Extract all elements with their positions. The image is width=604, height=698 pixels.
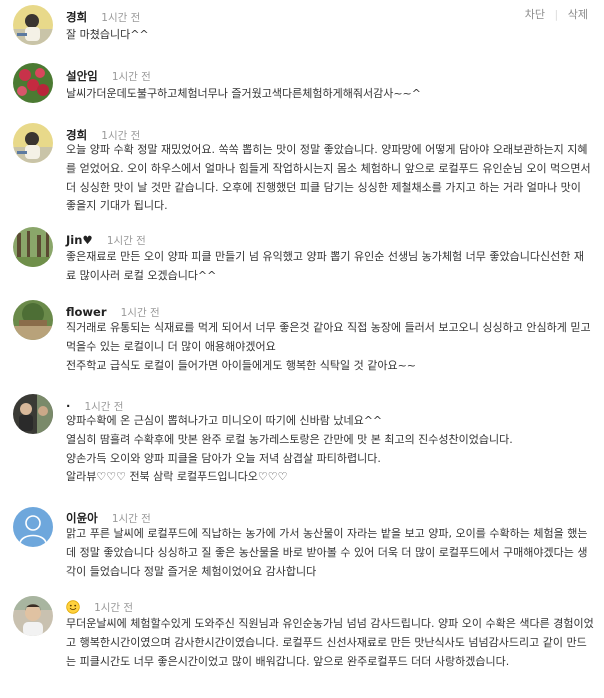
- comment-item: · 1시간 전 양파수확에 온 근심이 뽑혀나가고 미니오이 따기에 신바람 났…: [0, 392, 604, 492]
- avatar[interactable]: [13, 123, 53, 163]
- comment-text: 양파수확에 온 근심이 뽑혀나가고 미니오이 따기에 신바람 났네요^^: [66, 414, 383, 427]
- comment-text: 맑고 푸른 날씨에 로컬푸드에 직납하는 농가에 가서 농산물이 자라는 밭을 …: [66, 527, 588, 578]
- comment-item: flower 1시간 전 직거래로 유통되는 식재료를 먹게 되어서 너무 좋은…: [0, 298, 604, 386]
- comment-text: 무더운날씨에 체험할수있게 도와주신 직원님과 유인순농가님 넘넘 감사드립니다…: [66, 617, 594, 668]
- avatar[interactable]: [13, 300, 53, 340]
- block-button[interactable]: 차단: [525, 8, 545, 21]
- author-name[interactable]: ·: [66, 399, 70, 413]
- avatar[interactable]: [13, 596, 53, 636]
- comment-body: 잘 마쳤습니다^^: [66, 26, 594, 45]
- avatar[interactable]: [13, 5, 53, 45]
- comment-time: 1시간 전: [111, 513, 151, 525]
- comment-text: 전주학교 급식도 로컬이 들어가면 아이들에게도 행복한 식탁일 것 같아요~~: [66, 358, 417, 372]
- avatar[interactable]: [13, 63, 53, 103]
- comment-body: 좋은재료로 만든 오이 양파 피클 만들기 넘 유익했고 양파 뽑기 유인순 선…: [66, 248, 594, 286]
- comment-body: 오늘 양파 수확 정말 재밌었어요. 쏙쏙 뽑히는 맛이 정말 좋았습니다. 양…: [66, 141, 594, 216]
- author-name[interactable]: 경희: [66, 10, 87, 24]
- comment-time: 1시간 전: [106, 235, 146, 247]
- comment-time: 1시간 전: [111, 71, 151, 83]
- comment-actions: 차단 | 삭제: [525, 6, 588, 22]
- comment-item: Jin♥ 1시간 전 좋은재료로 만든 오이 양파 피클 만들기 넘 유익했고 …: [0, 224, 604, 292]
- comment-text: 알라뷰♡♡♡ 전북 삼락 로컬푸드입니다오♡♡♡: [66, 470, 288, 484]
- comment-item: 경희 1시간 전 차단 | 삭제 잘 마쳤습니다^^: [0, 0, 604, 56]
- comment-text: 날씨가더운데도불구하고체험너무나 즐거웠고색다른체험하게해줘서감사~~^: [66, 87, 421, 100]
- author-name[interactable]: Jin♥: [66, 233, 93, 247]
- delete-button[interactable]: 삭제: [568, 8, 588, 21]
- comment-text: 직거래로 유통되는 식재료를 먹게 되어서 너무 좋은것 같아요 직접 농장에 …: [66, 321, 591, 353]
- comment-body: 양파수확에 온 근심이 뽑혀나가고 미니오이 따기에 신바람 났네요^^ 열심히…: [66, 412, 594, 487]
- comment-item: 경희 1시간 전 오늘 양파 수확 정말 재밌었어요. 쏙쏙 뽑히는 맛이 정말…: [0, 120, 604, 220]
- comment-body: 직거래로 유통되는 식재료를 먹게 되어서 너무 좋은것 같아요 직접 농장에 …: [66, 319, 594, 375]
- comment-text: 열심히 땀흘려 수확후에 맛본 완주 로컬 농가레스토랑은 간만에 맛 본 최고…: [66, 432, 513, 446]
- comment-body: 맑고 푸른 날씨에 로컬푸드에 직납하는 농가에 가서 농산물이 자라는 밭을 …: [66, 525, 594, 581]
- comment-item: 이윤아 1시간 전 맑고 푸른 날씨에 로컬푸드에 직납하는 농가에 가서 농산…: [0, 505, 604, 585]
- comment-item: 설안임 1시간 전 날씨가더운데도불구하고체험너무나 즐거웠고색다른체험하게해줘…: [0, 60, 604, 110]
- author-name[interactable]: 이윤아: [66, 511, 98, 525]
- comment-body: 날씨가더운데도불구하고체험너무나 즐거웠고색다른체험하게해줘서감사~~^: [66, 85, 594, 104]
- comment-text: 오늘 양파 수확 정말 재밌었어요. 쏙쏙 뽑히는 맛이 정말 좋았습니다. 양…: [66, 143, 591, 213]
- avatar[interactable]: [13, 394, 53, 434]
- comment-text: 잘 마쳤습니다^^: [66, 28, 149, 41]
- author-name[interactable]: 경희: [66, 128, 87, 142]
- author-name[interactable]: flower: [66, 305, 107, 319]
- comment-time: 1시간 전: [101, 12, 141, 24]
- avatar[interactable]: [13, 507, 53, 547]
- comment-item: 1시간 전 무더운날씨에 체험할수있게 도와주신 직원님과 유인순농가님 넘넘 …: [0, 594, 604, 698]
- comment-text: 양손가득 오이와 양파 피클을 담아가 오늘 저녁 삼겹살 파티하렵니다.: [66, 451, 381, 465]
- comment-text: 좋은재료로 만든 오이 양파 피클 만들기 넘 유익했고 양파 뽑기 유인순 선…: [66, 250, 584, 282]
- comment-time: 1시간 전: [94, 602, 134, 614]
- comment-body: 무더운날씨에 체험할수있게 도와주신 직원님과 유인순농가님 넘넘 감사드립니다…: [66, 615, 594, 671]
- author-name[interactable]: 설안임: [66, 69, 98, 83]
- avatar[interactable]: [13, 227, 53, 267]
- divider: |: [554, 8, 559, 21]
- comment-time: 1시간 전: [120, 307, 160, 319]
